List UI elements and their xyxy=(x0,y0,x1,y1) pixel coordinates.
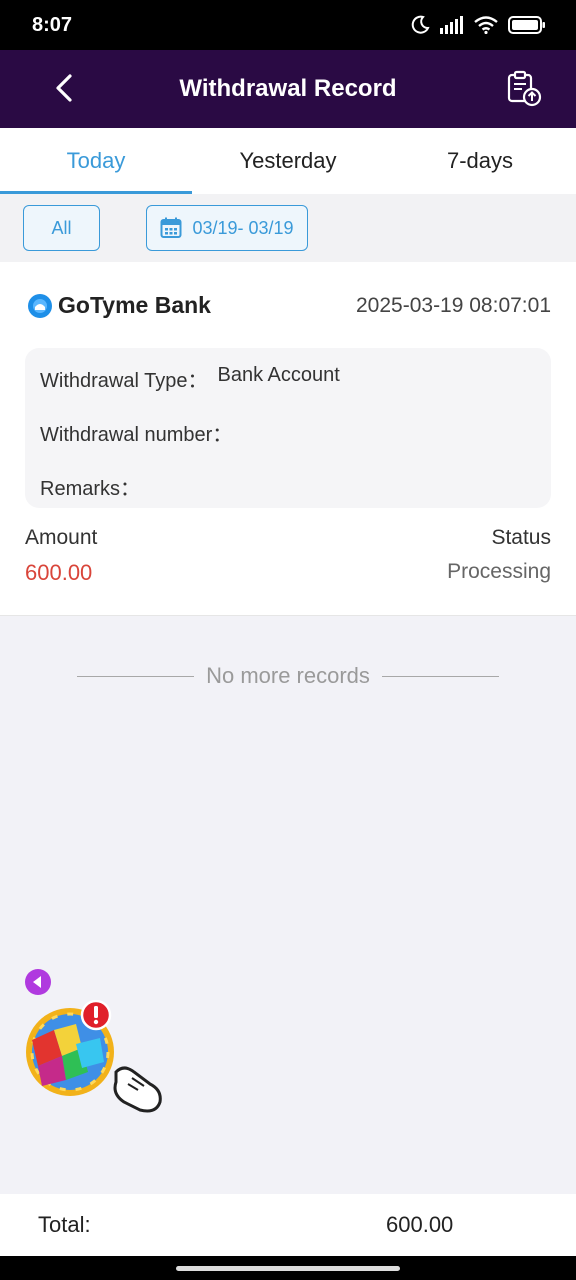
status-label: Status xyxy=(491,526,551,549)
withdrawal-type-value: Bank Account xyxy=(217,364,340,386)
no-more-records-text: No more records xyxy=(206,663,370,688)
withdrawal-number-row: Withdrawal number： xyxy=(40,418,232,447)
floating-game-widget[interactable] xyxy=(24,999,169,1120)
total-label: Total: xyxy=(38,1212,91,1237)
total-value: 600.00 xyxy=(386,1212,454,1237)
total-bar: Total: 600.00 xyxy=(0,1194,576,1256)
record-details: Withdrawal Type： Bank Account Withdrawal… xyxy=(25,348,551,508)
amount-value: 600.00 xyxy=(25,560,93,585)
withdrawal-number-label: Withdrawal number： xyxy=(40,424,233,446)
filter-row: All 03/19- 03/19 xyxy=(0,194,576,262)
tab-today[interactable]: Today xyxy=(0,128,192,194)
home-indicator[interactable] xyxy=(176,1266,400,1271)
bank-logo-icon xyxy=(28,293,52,318)
amount-label: Amount xyxy=(25,526,98,549)
date-range-label: 03/19- 03/19 xyxy=(192,217,294,238)
header-bar: Withdrawal Record xyxy=(0,50,576,128)
system-nav-bar xyxy=(0,1256,576,1280)
withdrawal-type-row: Withdrawal Type： Bank Account xyxy=(40,364,340,393)
status-value: Processing xyxy=(447,560,551,583)
record-upload-button[interactable] xyxy=(504,66,544,110)
tab-yesterday[interactable]: Yesterday xyxy=(192,128,384,194)
bank-info: GoTyme Bank xyxy=(28,292,211,319)
signal-icon xyxy=(440,16,463,34)
clipboard-upload-icon xyxy=(507,70,542,107)
record-header: GoTyme Bank 2025-03-19 08:07:01 xyxy=(28,292,551,319)
record-datetime: 2025-03-19 08:07:01 xyxy=(356,293,551,317)
game-cube-icon xyxy=(26,999,162,1113)
status-bar: 8:07 xyxy=(0,0,576,50)
filter-all-button[interactable]: All xyxy=(23,205,100,251)
withdrawal-record-card[interactable]: GoTyme Bank 2025-03-19 08:07:01 Withdraw… xyxy=(0,262,576,616)
back-button[interactable] xyxy=(46,70,82,106)
bank-name: GoTyme Bank xyxy=(58,292,211,318)
wifi-icon xyxy=(474,16,498,34)
tab-7-days[interactable]: 7-days xyxy=(384,128,576,194)
page-title: Withdrawal Record xyxy=(179,75,397,102)
remarks-label: Remarks： xyxy=(40,478,141,500)
battery-icon xyxy=(508,16,545,34)
status-time: 8:07 xyxy=(32,13,73,36)
collapse-float-button[interactable] xyxy=(25,969,51,995)
remarks-row: Remarks： xyxy=(40,472,140,501)
date-tabs: Today Yesterday 7-days xyxy=(0,128,576,194)
divider-right xyxy=(381,675,499,677)
date-range-button[interactable]: 03/19- 03/19 xyxy=(146,205,308,251)
withdrawal-type-label: Withdrawal Type： xyxy=(40,370,208,392)
moon-icon xyxy=(411,15,430,34)
chevron-left-icon xyxy=(56,74,72,102)
list-end-indicator: No more records xyxy=(0,656,576,696)
arrow-left-circle-icon xyxy=(25,969,51,995)
status-icons xyxy=(410,15,546,35)
divider-left xyxy=(77,675,195,677)
calendar-icon xyxy=(160,217,182,238)
